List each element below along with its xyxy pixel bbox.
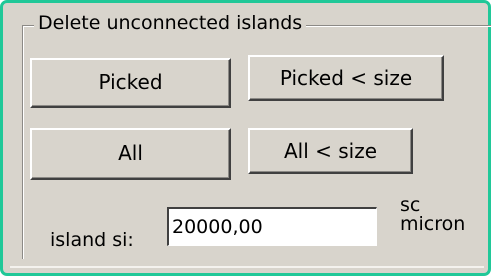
island-size-input[interactable]: 20000,00 bbox=[167, 207, 377, 246]
all-button[interactable]: All bbox=[30, 128, 231, 180]
island-size-label: island si: bbox=[50, 229, 134, 251]
picked-button[interactable]: Picked bbox=[30, 58, 231, 108]
unit-line-2: micron bbox=[400, 213, 466, 235]
picked-less-size-button[interactable]: Picked < size bbox=[248, 55, 444, 101]
group-title: Delete unconnected islands bbox=[34, 11, 307, 35]
island-size-unit: sc micron bbox=[400, 196, 465, 234]
all-less-size-button[interactable]: All < size bbox=[248, 128, 413, 174]
